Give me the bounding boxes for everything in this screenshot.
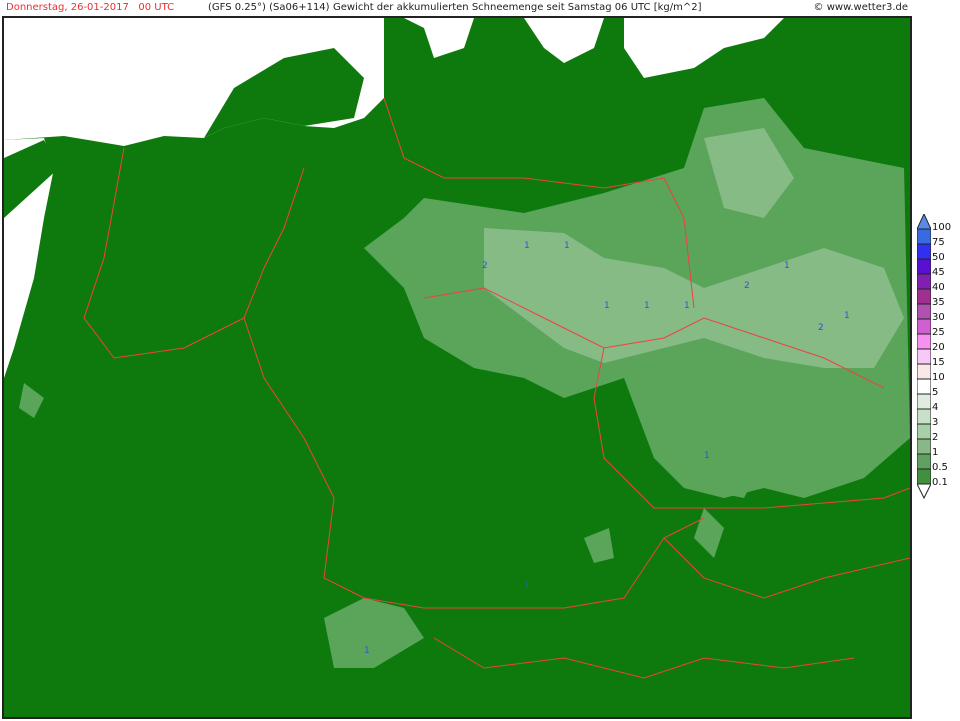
color-legend: 100 75 50 45 40 35 30 25 20 15 10 5 4 3 2 1 0.5 0.1 [917,214,960,504]
value-label: 1 [644,301,650,311]
value-label: 1 [564,241,570,251]
legend-label: 100 [932,222,952,233]
legend-swatch [917,288,931,305]
value-label: 1 [784,261,790,271]
legend-swatch [917,258,931,275]
legend-swatch [917,363,931,380]
legend-swatch [917,468,931,485]
value-label: 1 [524,581,530,591]
value-label: 2 [818,323,824,333]
legend-swatch [917,303,931,320]
legend-swatch [917,333,931,350]
legend-label: 50 [932,252,945,263]
snow-areas [19,98,910,668]
legend-swatch [917,273,931,290]
value-label: 1 [604,301,610,311]
copyright: © www.wetter3.de [813,2,908,13]
legend-label: 35 [932,297,945,308]
legend-swatch [917,348,931,365]
legend-label: 30 [932,312,945,323]
date-text: Donnerstag, 26-01-2017 [6,2,129,13]
legend-swatch [917,243,931,260]
legend-swatch [917,378,931,395]
legend-top-arrow [917,214,931,230]
legend-label: 0.1 [932,477,948,488]
time-text: 00 UTC [138,2,175,13]
legend-swatch [917,438,931,455]
legend-label: 10 [932,372,945,383]
legend-label: 2 [932,432,939,443]
legend-label: 5 [932,387,939,398]
map-canvas: 1 1 1 1 1 2 2 2 1 1 1 1 1 [4,18,910,679]
value-label: 1 [364,646,370,656]
legend-bar [917,214,931,500]
value-label: 2 [744,281,750,291]
legend-label: 40 [932,282,945,293]
value-label: 1 [844,311,850,321]
legend-swatch [917,228,931,245]
legend-label: 45 [932,267,945,278]
model-info: (GFS 0.25°) (Sa06+114) [208,2,330,13]
legend-label: 0.5 [932,462,948,473]
legend-bottom-arrow [917,483,931,500]
value-label: 1 [684,301,690,311]
legend-swatch [917,318,931,335]
snow-map: 1 1 1 1 1 2 2 2 1 1 1 1 1 [2,16,912,719]
legend-label: 25 [932,327,945,338]
valid-date: Donnerstag, 26-01-2017 00 UTC [6,0,174,16]
legend-label: 1 [932,447,939,458]
legend-swatch [917,393,931,410]
legend-swatch [917,423,931,440]
value-label: 1 [524,241,530,251]
legend-label: 4 [932,402,939,413]
value-label: 1 [704,451,710,461]
legend-label: 20 [932,342,945,353]
legend-swatch [917,453,931,470]
legend-swatch [917,408,931,425]
legend-label: 15 [932,357,945,368]
chart-description: Gewicht der akkumulierten Schneemenge se… [333,2,702,13]
legend-label: 75 [932,237,945,248]
legend-label: 3 [932,417,939,428]
header: Donnerstag, 26-01-2017 00 UTC (GFS 0.25°… [0,0,960,16]
value-label: 2 [482,261,488,271]
